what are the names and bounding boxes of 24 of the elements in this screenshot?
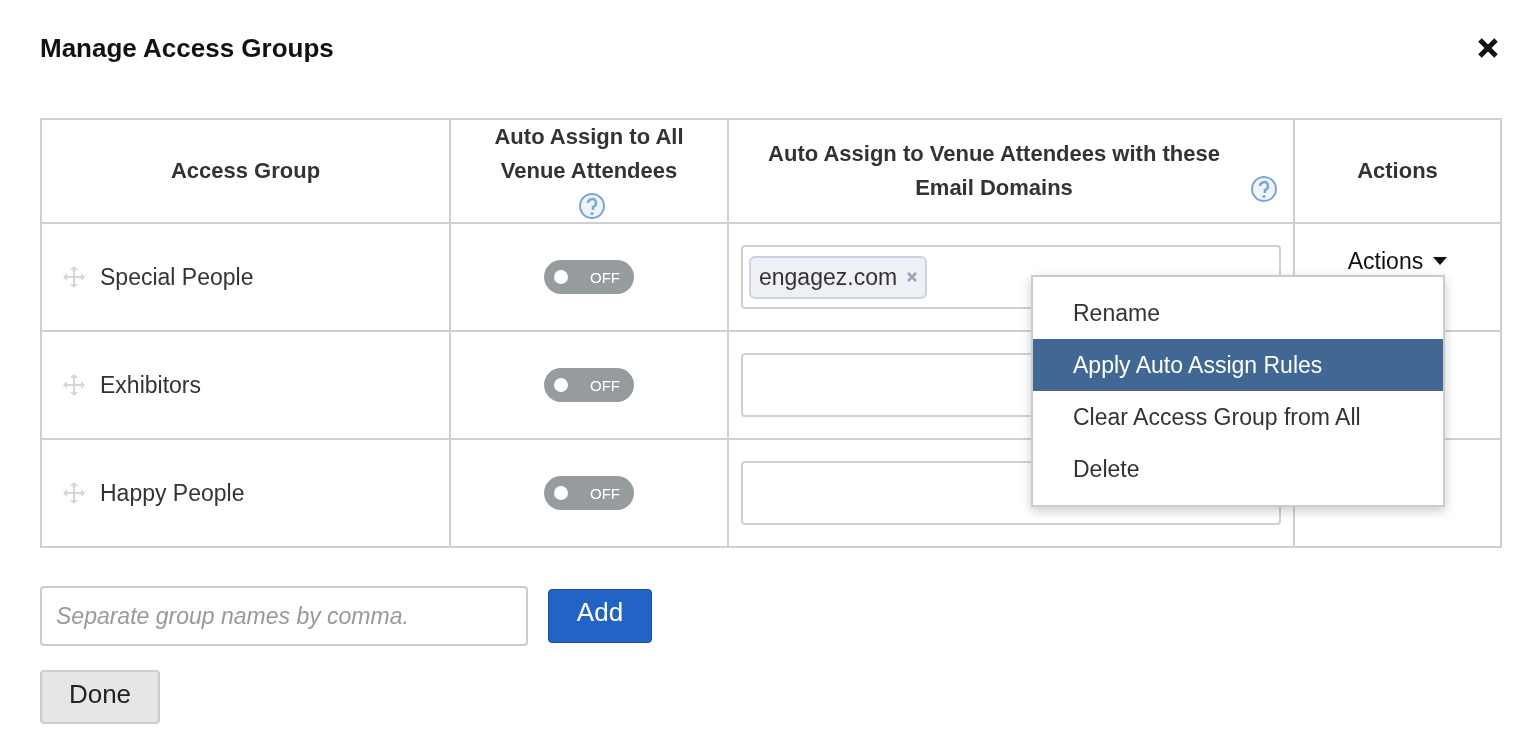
column-header: Auto Assign to All Venue Attendees bbox=[493, 123, 685, 185]
group-name: Special People bbox=[100, 263, 254, 291]
menu-item[interactable]: Delete bbox=[1033, 443, 1443, 495]
add-button[interactable]: Add bbox=[548, 589, 652, 643]
column-header: Actions bbox=[1357, 157, 1438, 185]
drag-handle-icon[interactable] bbox=[62, 373, 86, 397]
column-header: Auto Assign to Venue Attendees with these Email Domains bbox=[767, 140, 1221, 202]
actions-dropdown[interactable]: Actions bbox=[1341, 246, 1454, 276]
caret-icon bbox=[1433, 257, 1448, 265]
close-icon[interactable] bbox=[1476, 36, 1500, 60]
drag-handle-icon[interactable] bbox=[62, 481, 86, 505]
menu-item[interactable]: Apply Auto Assign Rules bbox=[1033, 339, 1443, 391]
done-button[interactable]: Done bbox=[40, 670, 160, 724]
column-header: Access Group bbox=[170, 157, 321, 185]
menu-item[interactable]: Clear Access Group from All bbox=[1033, 391, 1443, 443]
help-icon[interactable] bbox=[1250, 175, 1278, 204]
help-icon[interactable] bbox=[578, 192, 606, 221]
group-names-input[interactable]: Separate group names by comma. bbox=[40, 586, 528, 646]
group-name: Exhibitors bbox=[100, 371, 201, 399]
group-name: Happy People bbox=[100, 479, 245, 507]
drag-handle-icon[interactable] bbox=[62, 265, 86, 289]
remove-icon[interactable] bbox=[907, 272, 918, 282]
domain-tag: engagez.com bbox=[749, 255, 928, 299]
dialog-title: Manage Access Groups bbox=[40, 32, 334, 64]
